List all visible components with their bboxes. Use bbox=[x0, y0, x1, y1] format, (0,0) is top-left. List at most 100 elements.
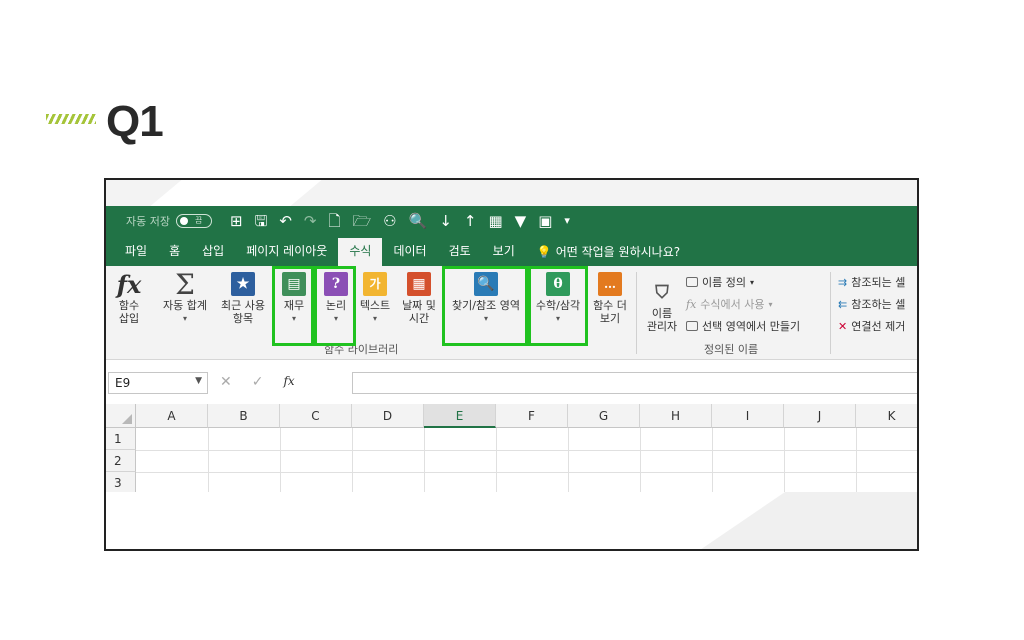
column-gridline bbox=[712, 428, 713, 494]
new-file-icon[interactable]: 🗋 bbox=[329, 206, 341, 236]
column-header-f[interactable]: F bbox=[496, 404, 568, 428]
customize-qat-icon[interactable]: ▾ bbox=[564, 206, 570, 236]
datetime-label-1: 날짜 및 bbox=[402, 299, 436, 312]
name-manager-button[interactable]: ⛉ 이름 관리자 bbox=[642, 280, 682, 333]
create-from-selection-button[interactable]: 선택 영역에서 만들기 bbox=[686, 318, 800, 334]
datetime-label-2: 시간 bbox=[408, 312, 430, 325]
undo-icon[interactable]: ↶ bbox=[279, 206, 292, 236]
slide: Q1 자동 저장 끔 ⊞ 🖫 ↶ ↷ 🗋 🗁 ⚇ 🔍 ↓ ↑ ▦ ▼ ▣ ▾ 파… bbox=[0, 0, 1024, 640]
trace-precedents-label: 참조되는 셀 bbox=[851, 276, 906, 289]
formula-bar: E9 ▼ ✕ ✓ fx bbox=[106, 368, 917, 398]
tab-data[interactable]: 데이터 bbox=[382, 238, 437, 266]
form-icon[interactable]: ▦ bbox=[488, 206, 502, 236]
more-book-icon: … bbox=[598, 272, 622, 296]
trace-dependents-button[interactable]: ⇇ 참조하는 셀 bbox=[838, 296, 905, 312]
define-name-button[interactable]: 이름 정의 ▾ bbox=[686, 274, 754, 290]
column-header-i[interactable]: I bbox=[712, 404, 784, 428]
column-header-d[interactable]: D bbox=[352, 404, 424, 428]
row-header-1[interactable]: 1 bbox=[106, 428, 136, 450]
column-header-j[interactable]: J bbox=[784, 404, 856, 428]
tab-formulas[interactable]: 수식 bbox=[338, 238, 383, 266]
insert-function-label-2: 삽입 bbox=[118, 312, 140, 325]
name-box-value: E9 bbox=[115, 376, 131, 390]
tab-insert[interactable]: 삽입 bbox=[191, 238, 235, 266]
enter-check-icon[interactable]: ✓ bbox=[252, 374, 264, 390]
table-icon[interactable]: ⊞ bbox=[230, 206, 243, 236]
use-in-formula-button[interactable]: fx 수식에서 사용 ▾ bbox=[686, 296, 773, 312]
open-folder-icon[interactable]: 🗁 bbox=[353, 206, 372, 236]
autosum-button[interactable]: Σ 자동 합계 ▾ bbox=[158, 267, 212, 325]
tab-page-layout[interactable]: 페이지 레이아웃 bbox=[235, 238, 338, 266]
highlight-logical bbox=[314, 266, 356, 346]
sort-descending-icon[interactable]: ↑ bbox=[464, 206, 477, 236]
column-gridline bbox=[856, 428, 857, 494]
save-icon[interactable]: 🖫 bbox=[255, 206, 268, 236]
trace-precedents-icon: ⇉ bbox=[838, 275, 848, 289]
tab-file[interactable]: 파일 bbox=[114, 238, 158, 266]
row-header-3[interactable]: 3 bbox=[106, 472, 136, 494]
insert-function-button[interactable]: fx 함수 삽입 bbox=[112, 272, 146, 325]
column-header-h[interactable]: H bbox=[640, 404, 712, 428]
redo-icon[interactable]: ↷ bbox=[304, 206, 317, 236]
quick-access-toolbar: 자동 저장 끔 ⊞ 🖫 ↶ ↷ 🗋 🗁 ⚇ 🔍 ↓ ↑ ▦ ▼ ▣ ▾ bbox=[106, 206, 917, 236]
datetime-button[interactable]: ▦ 날짜 및 시간 bbox=[396, 272, 442, 325]
remove-arrows-icon: ✕ bbox=[838, 319, 848, 333]
recent-used-button[interactable]: ★ 최근 사용 항목 bbox=[214, 272, 272, 325]
column-gridline bbox=[496, 428, 497, 494]
autosum-label: 자동 합계 bbox=[163, 299, 207, 312]
group-separator bbox=[636, 272, 637, 354]
dropdown-arrow-icon: ▾ bbox=[372, 314, 377, 323]
sort-ascending-icon[interactable]: ↓ bbox=[439, 206, 452, 236]
column-gridline bbox=[640, 428, 641, 494]
dropdown-arrow-icon: ▾ bbox=[749, 277, 754, 287]
tab-view[interactable]: 보기 bbox=[482, 238, 526, 266]
row-header-2[interactable]: 2 bbox=[106, 450, 136, 472]
more-functions-button[interactable]: … 함수 더 보기 bbox=[588, 272, 632, 325]
column-header-b[interactable]: B bbox=[208, 404, 280, 428]
name-box[interactable]: E9 ▼ bbox=[108, 372, 208, 394]
ribbon: fx 함수 삽입 Σ 자동 합계 ▾ ★ 최근 사용 항목 ▤ 재무 ▾ ? 논 bbox=[106, 266, 917, 360]
formula-input[interactable] bbox=[352, 372, 917, 394]
camera-icon[interactable]: ▣ bbox=[538, 206, 552, 236]
select-all-corner[interactable] bbox=[106, 404, 136, 428]
formula-bar-buttons: ✕ ✓ fx bbox=[220, 374, 295, 390]
create-from-selection-icon bbox=[686, 321, 698, 331]
trace-dependents-label: 참조하는 셀 bbox=[851, 298, 906, 311]
group-separator bbox=[830, 272, 831, 354]
print-preview-icon[interactable]: 🔍 bbox=[409, 206, 428, 236]
text-button[interactable]: 가 텍스트 ▾ bbox=[354, 272, 396, 325]
column-gridline bbox=[424, 428, 425, 494]
sigma-icon: Σ bbox=[175, 267, 195, 301]
cancel-icon[interactable]: ✕ bbox=[220, 374, 232, 390]
column-header-k[interactable]: K bbox=[856, 404, 917, 428]
define-name-label: 이름 정의 bbox=[702, 276, 746, 289]
column-header-e[interactable]: E bbox=[424, 404, 496, 428]
autosave-state: 끔 bbox=[194, 216, 203, 225]
column-header-g[interactable]: G bbox=[568, 404, 640, 428]
trace-precedents-button[interactable]: ⇉ 참조되는 셀 bbox=[838, 274, 905, 290]
more-label-1: 함수 더 bbox=[593, 299, 627, 312]
autosave-toggle[interactable]: 끔 bbox=[175, 214, 212, 228]
chevron-down-icon[interactable]: ▼ bbox=[195, 376, 202, 386]
insert-function-label-1: 함수 bbox=[118, 299, 140, 312]
name-manager-label-2: 관리자 bbox=[646, 320, 678, 333]
remove-arrows-label: 연결선 제거 bbox=[851, 320, 906, 333]
filter-icon[interactable]: ▼ bbox=[515, 206, 527, 236]
text-book-icon: 가 bbox=[363, 272, 387, 296]
insert-function-fx-icon[interactable]: fx bbox=[283, 374, 294, 390]
tell-me-box[interactable]: 💡 어떤 작업을 원하시나요? bbox=[526, 238, 691, 266]
highlight-lookup bbox=[442, 266, 528, 346]
column-header-a[interactable]: A bbox=[136, 404, 208, 428]
function-icon: fx bbox=[116, 269, 142, 299]
column-header-c[interactable]: C bbox=[280, 404, 352, 428]
tab-home[interactable]: 홈 bbox=[158, 238, 191, 266]
remove-arrows-button[interactable]: ✕ 연결선 제거 bbox=[838, 318, 905, 334]
share-icon[interactable]: ⚇ bbox=[383, 206, 396, 236]
highlight-financial bbox=[272, 266, 314, 346]
tab-review[interactable]: 검토 bbox=[438, 238, 482, 266]
column-gridline bbox=[352, 428, 353, 494]
define-name-icon bbox=[686, 277, 698, 287]
dropdown-arrow-icon: ▾ bbox=[182, 314, 187, 323]
create-from-selection-label: 선택 영역에서 만들기 bbox=[702, 320, 801, 333]
use-in-formula-label: 수식에서 사용 bbox=[700, 298, 765, 311]
